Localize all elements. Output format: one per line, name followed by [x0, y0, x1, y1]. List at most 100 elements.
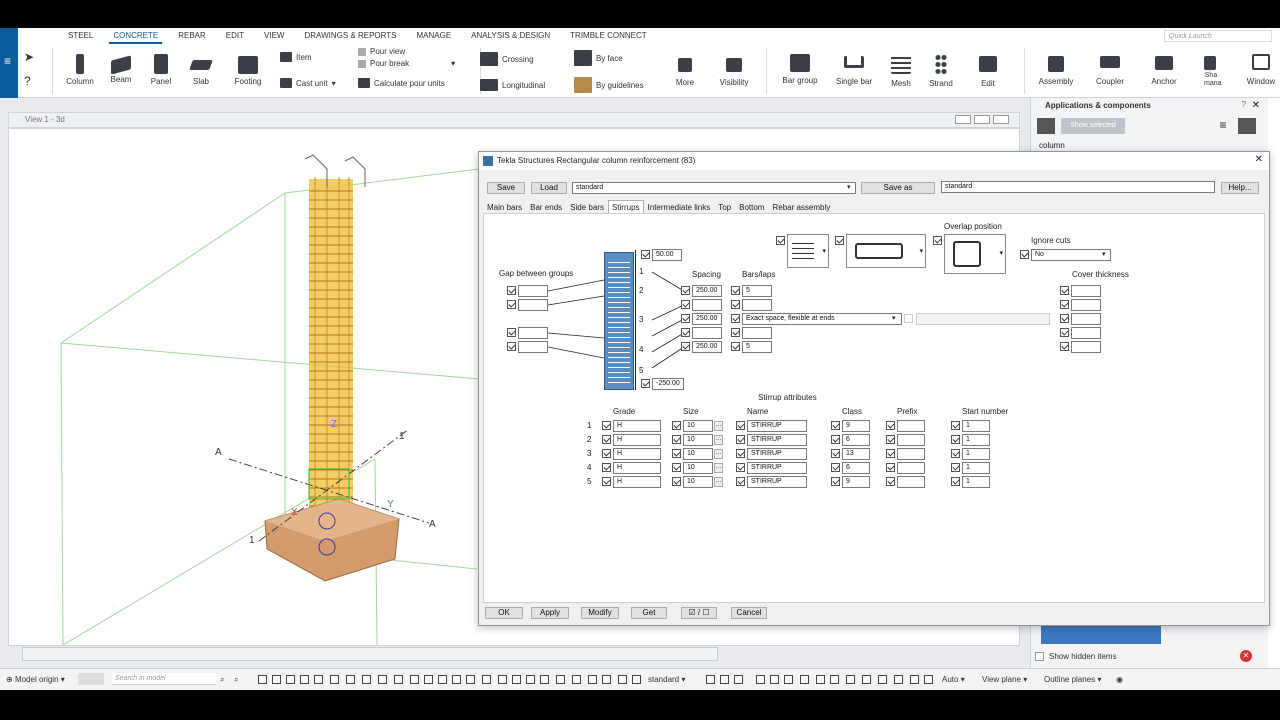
size-picker-button[interactable]: … [714, 449, 723, 459]
maximize-icon[interactable] [974, 115, 990, 124]
spacing-mode-check[interactable] [731, 314, 740, 323]
size-check[interactable] [672, 421, 681, 430]
save-button[interactable]: Save [487, 182, 525, 194]
top-offset-check[interactable] [641, 250, 650, 259]
class-input[interactable]: 9 [842, 420, 870, 432]
spacing-2-input[interactable] [692, 299, 722, 311]
toolbar-tool-icon[interactable] [378, 675, 387, 684]
size-input[interactable]: 10 [683, 448, 713, 460]
toolbar-tool-icon[interactable] [314, 675, 323, 684]
column-rebar-cage[interactable] [304, 154, 366, 509]
mesh-button[interactable]: Mesh [886, 54, 916, 88]
spacing-4-input[interactable] [692, 327, 722, 339]
grade-check[interactable] [602, 449, 611, 458]
toolbar-tool-icon[interactable] [394, 675, 403, 684]
cover-5-input[interactable] [1071, 341, 1101, 353]
help-button[interactable]: Help... [1221, 182, 1259, 194]
toolbar-tool-icon[interactable] [878, 675, 887, 684]
toolbar-tool-icon[interactable] [784, 675, 793, 684]
grade-input[interactable]: H [613, 434, 661, 446]
cover-3-input[interactable] [1071, 313, 1101, 325]
toolbar-tool-icon[interactable] [346, 675, 355, 684]
prefix-input[interactable] [897, 462, 925, 474]
prefix-check[interactable] [886, 435, 895, 444]
help-icon[interactable]: ? [24, 74, 31, 88]
toolbar-tool-icon[interactable] [258, 675, 267, 684]
toolbar-tool-icon[interactable] [830, 675, 839, 684]
bar-group-button[interactable]: Bar group [780, 54, 820, 85]
grade-check[interactable] [602, 421, 611, 430]
minimize-icon[interactable] [955, 115, 971, 124]
toolbar-tool-icon[interactable] [632, 675, 641, 684]
tab-manage[interactable]: MANAGE [407, 28, 462, 44]
tab-edit[interactable]: EDIT [216, 28, 254, 44]
quick-launch-input[interactable]: Quick Launch [1164, 30, 1272, 42]
name-input[interactable]: STIRRUP [747, 434, 807, 446]
toolbar-tool-icon[interactable] [894, 675, 903, 684]
toolbar-tool-icon[interactable] [512, 675, 521, 684]
start-number-check[interactable] [951, 449, 960, 458]
ignore-cuts-select[interactable]: No [1031, 249, 1111, 261]
start-number-input[interactable]: 1 [962, 434, 990, 446]
chevron-down-icon[interactable]: ▾ [847, 183, 851, 191]
prefix-check[interactable] [886, 449, 895, 458]
toolbar-tool-icon[interactable] [770, 675, 779, 684]
menu-icon[interactable]: ≡ [4, 54, 11, 68]
toolbar-tool-icon[interactable] [466, 675, 475, 684]
grade-check[interactable] [602, 477, 611, 486]
size-input[interactable]: 10 [683, 476, 713, 488]
edit-button[interactable]: Edit [974, 56, 1002, 88]
standard-select[interactable]: standard ▾ [648, 675, 685, 684]
tab-stirrups[interactable]: Stirrups [607, 200, 644, 214]
tab-main-bars[interactable]: Main bars [483, 200, 526, 214]
toggle-checkboxes-button[interactable]: ☑ / ☐ [681, 607, 717, 619]
grade-check[interactable] [602, 435, 611, 444]
by-face-button[interactable]: By face [574, 50, 623, 66]
spacing-1-input[interactable]: 250.00 [692, 285, 722, 297]
eye-icon[interactable]: ◉ [1116, 675, 1123, 684]
spacing-mode-select[interactable]: Exact space, flexible at ends [742, 313, 902, 325]
slab-button[interactable]: Slab [184, 54, 218, 86]
toolbar-tool-icon[interactable] [556, 675, 565, 684]
class-input[interactable]: 9 [842, 476, 870, 488]
assembly-button[interactable]: Assembly [1036, 56, 1076, 86]
tab-view[interactable]: VIEW [254, 28, 294, 44]
gap-1-check[interactable] [507, 286, 516, 295]
visibility-button[interactable]: Visibility [716, 58, 752, 87]
clear-icon[interactable]: ✕ [1240, 650, 1252, 662]
spacing-5-input[interactable]: 250.00 [692, 341, 722, 353]
overlap-position-select[interactable]: ▾ [944, 234, 1006, 274]
cancel-button[interactable]: Cancel [731, 607, 767, 619]
window-button[interactable]: Window [1244, 54, 1278, 86]
overlap-position-check[interactable] [933, 236, 942, 245]
gap-4-check[interactable] [507, 342, 516, 351]
spacing-3-input[interactable]: 250.00 [692, 313, 722, 325]
outline-planes-select[interactable]: Outline planes ▾ [1044, 675, 1101, 684]
start-number-check[interactable] [951, 477, 960, 486]
name-check[interactable] [736, 435, 745, 444]
start-number-input[interactable]: 1 [962, 448, 990, 460]
stirrup-type-select[interactable]: ▾ [787, 234, 829, 268]
bars-4-input[interactable] [742, 327, 772, 339]
get-button[interactable]: Get [631, 607, 667, 619]
name-check[interactable] [736, 421, 745, 430]
stirrup-shape-select[interactable]: ▾ [846, 234, 926, 268]
name-input[interactable]: STIRRUP [747, 448, 807, 460]
view-scrollbar[interactable] [22, 647, 718, 661]
toolbar-tool-icon[interactable] [438, 675, 447, 684]
prefix-input[interactable] [897, 476, 925, 488]
by-guidelines-button[interactable]: By guidelines [574, 77, 644, 93]
grade-input[interactable]: H [613, 448, 661, 460]
column-button[interactable]: Column [62, 54, 98, 86]
show-hidden-items-checkbox[interactable]: Show hidden items [1049, 652, 1117, 661]
shape-check[interactable] [835, 236, 844, 245]
search-in-model-input[interactable]: Search in model [112, 673, 216, 685]
grade-input[interactable]: H [613, 462, 661, 474]
grade-check[interactable] [602, 463, 611, 472]
calculate-pour-units-button[interactable]: Calculate pour units [358, 78, 445, 88]
coupler-button[interactable]: Coupler [1090, 56, 1130, 86]
toolbar-tool-icon[interactable] [756, 675, 765, 684]
toolbar-tool-icon[interactable] [734, 675, 743, 684]
prefix-check[interactable] [886, 477, 895, 486]
name-input[interactable]: STIRRUP [747, 476, 807, 488]
